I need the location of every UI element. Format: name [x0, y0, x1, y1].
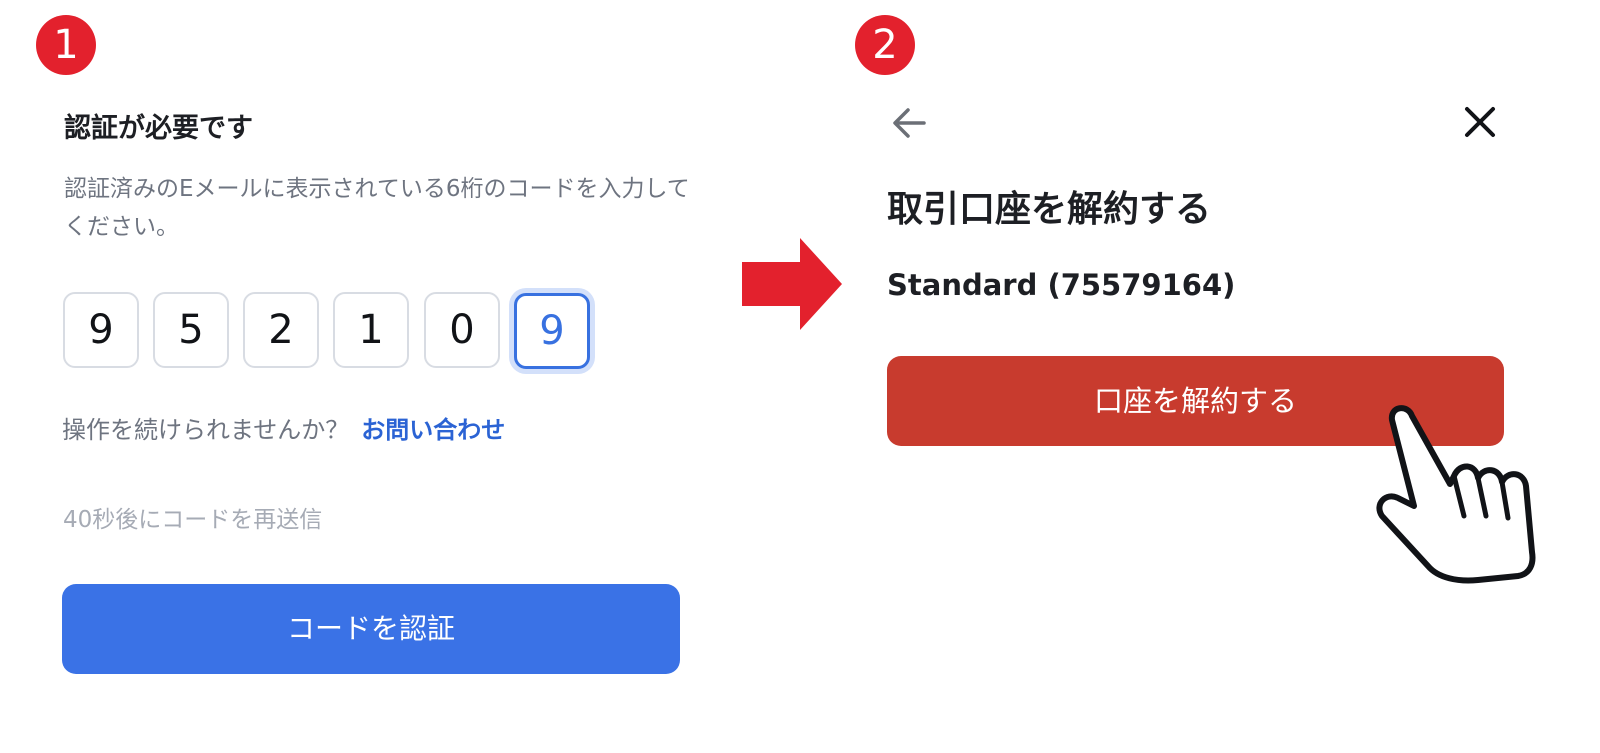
- otp-digit-2[interactable]: 5: [153, 292, 229, 368]
- otp-digit-4[interactable]: 1: [333, 292, 409, 368]
- step-badge-1: 1: [36, 15, 96, 75]
- right-arrow-icon: [742, 238, 842, 330]
- verify-code-button[interactable]: コードを認証: [62, 584, 680, 674]
- account-label: Standard (75579164): [887, 268, 1236, 302]
- close-account-title: 取引口座を解約する: [887, 189, 1212, 230]
- contact-us-link[interactable]: お問い合わせ: [361, 416, 505, 444]
- otp-digit-6[interactable]: 9: [514, 293, 590, 369]
- help-text: 操作を続けられませんか？: [62, 416, 350, 444]
- otp-digit-1[interactable]: 9: [63, 292, 139, 368]
- arrow-left-icon[interactable]: [890, 104, 928, 142]
- pointing-hand-icon: [1376, 405, 1536, 584]
- step-badge-2: 2: [855, 15, 915, 75]
- verification-title: 認証が必要です: [64, 113, 253, 144]
- otp-digit-3[interactable]: 2: [243, 292, 319, 368]
- help-row: 操作を続けられませんか？ お問い合わせ: [62, 410, 505, 445]
- verification-description: 認証済みのEメールに表示されている6桁のコードを入力してください。: [64, 176, 690, 240]
- otp-digit-5[interactable]: 0: [424, 292, 500, 368]
- close-icon[interactable]: [1462, 104, 1498, 140]
- resend-code-countdown: 40秒後にコードを再送信: [63, 507, 323, 533]
